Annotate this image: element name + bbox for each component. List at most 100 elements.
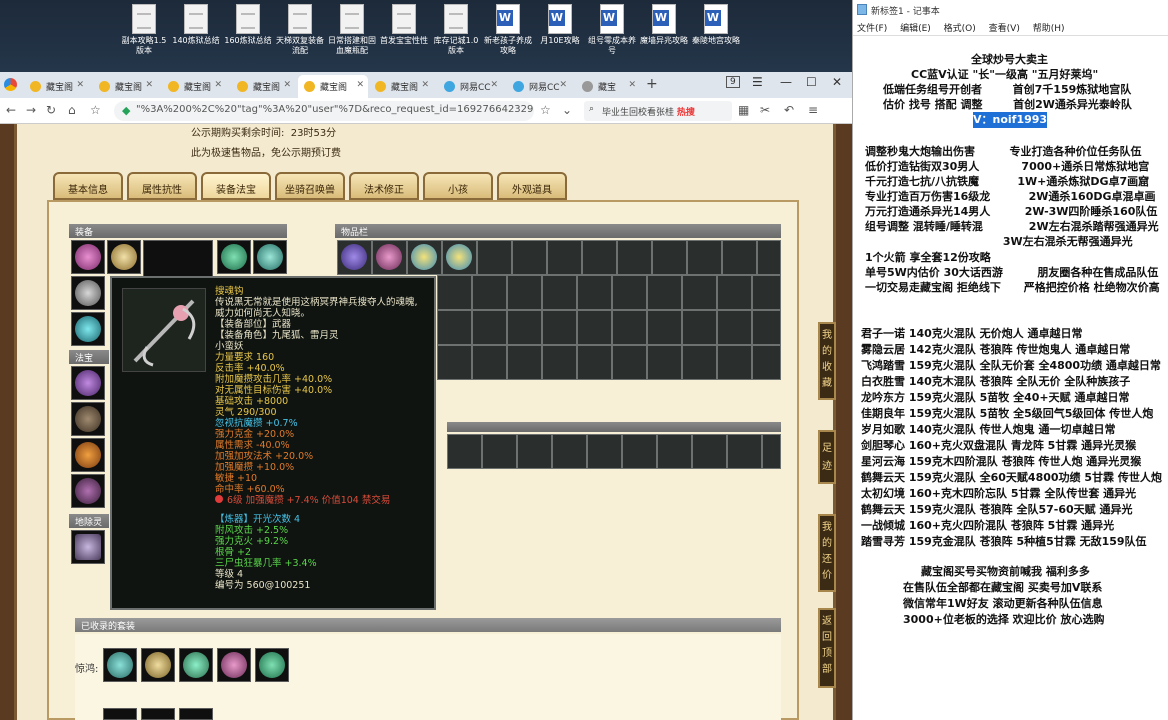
item-cell[interactable] [407,240,442,275]
undo-icon[interactable]: ↶ [784,103,794,117]
equip-slot[interactable] [253,240,287,274]
menu-view[interactable]: 查看(V) [989,24,1020,34]
equip-slot[interactable] [71,312,105,346]
item-cell[interactable] [447,434,482,469]
item-cell[interactable] [437,310,472,345]
suit-item[interactable] [103,648,137,682]
menu-file[interactable]: 文件(F) [857,24,887,34]
browser-tab[interactable]: 藏宝阁 ✕ [24,75,88,98]
tab-child[interactable]: 小孩 [423,172,493,200]
desktop-file-1[interactable]: 副本攻略1.5版本 [118,4,170,70]
desktop-file-4[interactable]: 天梯双复装备流配 [274,4,326,70]
back-to-top-button[interactable]: 返回顶部 [818,608,836,688]
favorites-button[interactable]: 我的收藏 [818,322,836,400]
maximize-icon[interactable]: ☐ [806,75,817,89]
search-input[interactable]: ⌕ 毕业生回校看张桂 热搜 [584,101,732,121]
menu-format[interactable]: 格式(O) [944,24,976,34]
tab-count-badge[interactable]: 9 [726,76,740,88]
item-cell[interactable] [717,345,752,380]
new-tab-button[interactable]: + [646,76,658,92]
menu-icon[interactable]: ☰ [752,75,763,89]
close-window-icon[interactable]: ✕ [832,75,842,89]
item-cell[interactable] [612,310,647,345]
desktop-file-9[interactable]: W 月10E攻略 [534,4,586,70]
browser-tab[interactable]: 藏宝 ✕ [576,75,640,98]
item-cell[interactable] [437,345,472,380]
item-cell[interactable] [542,310,577,345]
item-cell[interactable] [657,434,692,469]
item-cell[interactable] [507,275,542,310]
item-cell[interactable] [752,345,781,380]
suit-item[interactable] [103,708,137,720]
item-cell[interactable] [752,275,781,310]
equip-slot[interactable] [217,240,251,274]
item-cell[interactable] [752,310,781,345]
browser-tab[interactable]: 藏宝阁 ✕ [231,75,295,98]
notepad-text-area[interactable]: 全球炒号大卖主 CC蓝V认证 "长"一级高 "五月好莱坞" 低端任务组号开创者 … [853,40,1168,720]
item-cell[interactable] [682,345,717,380]
item-cell[interactable] [577,345,612,380]
item-cell[interactable] [472,275,507,310]
item-cell[interactable] [682,275,717,310]
item-cell[interactable] [727,434,762,469]
item-cell[interactable] [482,434,517,469]
equip-slot[interactable] [71,240,105,274]
close-icon[interactable]: ✕ [76,80,84,90]
item-cell[interactable] [477,240,512,275]
item-cell[interactable] [617,240,652,275]
tab-appearance[interactable]: 外观道具 [497,172,567,200]
item-cell[interactable] [622,434,657,469]
favorite-star-icon[interactable]: ☆ [540,103,551,117]
close-icon[interactable]: ✕ [421,80,429,90]
fabao-slot[interactable] [71,402,105,436]
item-cell[interactable] [337,240,372,275]
bookmark-icon[interactable]: ☆ [90,103,101,117]
desktop-file-5[interactable]: 日常搭建和固血魔瓶配 [326,4,378,70]
item-cell[interactable] [757,240,781,275]
desktop-file-3[interactable]: 160炼狱总结 [222,4,274,70]
home-icon[interactable]: ⌂ [68,103,76,117]
item-cell[interactable] [647,275,682,310]
close-icon[interactable]: ✕ [490,80,498,90]
item-cell[interactable] [687,240,722,275]
extension-icon[interactable]: ▦ [738,103,749,117]
item-cell[interactable] [577,310,612,345]
desktop-file-10[interactable]: W 组号零成本养号 [586,4,638,70]
fabao-slot[interactable] [71,474,105,508]
tab-mounts[interactable]: 坐骑召唤兽 [275,172,345,200]
close-icon[interactable]: ✕ [214,80,222,90]
item-cell[interactable] [442,240,477,275]
tab-basic-info[interactable]: 基本信息 [53,172,123,200]
refresh-icon[interactable]: ↻ [46,103,56,117]
menu-help[interactable]: 帮助(H) [1033,24,1065,34]
close-icon[interactable]: ✕ [283,80,291,90]
item-cell[interactable] [717,310,752,345]
dropdown-icon[interactable]: ⌄ [562,103,572,117]
suit-item[interactable] [255,648,289,682]
desktop-file-8[interactable]: W 新老孩子养成攻略 [482,4,534,70]
item-cell[interactable] [507,345,542,380]
equip-slot[interactable] [107,240,141,274]
item-cell[interactable] [437,275,472,310]
desktop-file-11[interactable]: W 魔墙异兆攻略 [638,4,690,70]
suit-item[interactable] [217,648,251,682]
item-cell[interactable] [612,345,647,380]
browser-tab-active[interactable]: 藏宝阁 ✕ [298,75,368,98]
item-cell[interactable] [722,240,757,275]
desktop-file-2[interactable]: 140炼狱总结 [170,4,222,70]
item-cell[interactable] [692,434,727,469]
desktop-file-7[interactable]: 库存记城1.0版本 [430,4,482,70]
suit-item[interactable] [179,708,213,720]
my-bargain-button[interactable]: 我的还价 [818,514,836,592]
browser-logo-icon[interactable] [4,78,17,91]
item-cell[interactable] [512,240,547,275]
url-input[interactable]: ◆ "%3A%200%2C%20"tag"%3A%20"user"%7D&reco… [114,101,534,121]
suit-item[interactable] [141,648,175,682]
item-cell[interactable] [552,434,587,469]
close-icon[interactable]: ✕ [356,80,364,90]
item-cell[interactable] [372,240,407,275]
fabao-slot[interactable] [71,366,105,400]
close-icon[interactable]: ✕ [145,80,153,90]
item-cell[interactable] [472,310,507,345]
item-cell[interactable] [472,345,507,380]
